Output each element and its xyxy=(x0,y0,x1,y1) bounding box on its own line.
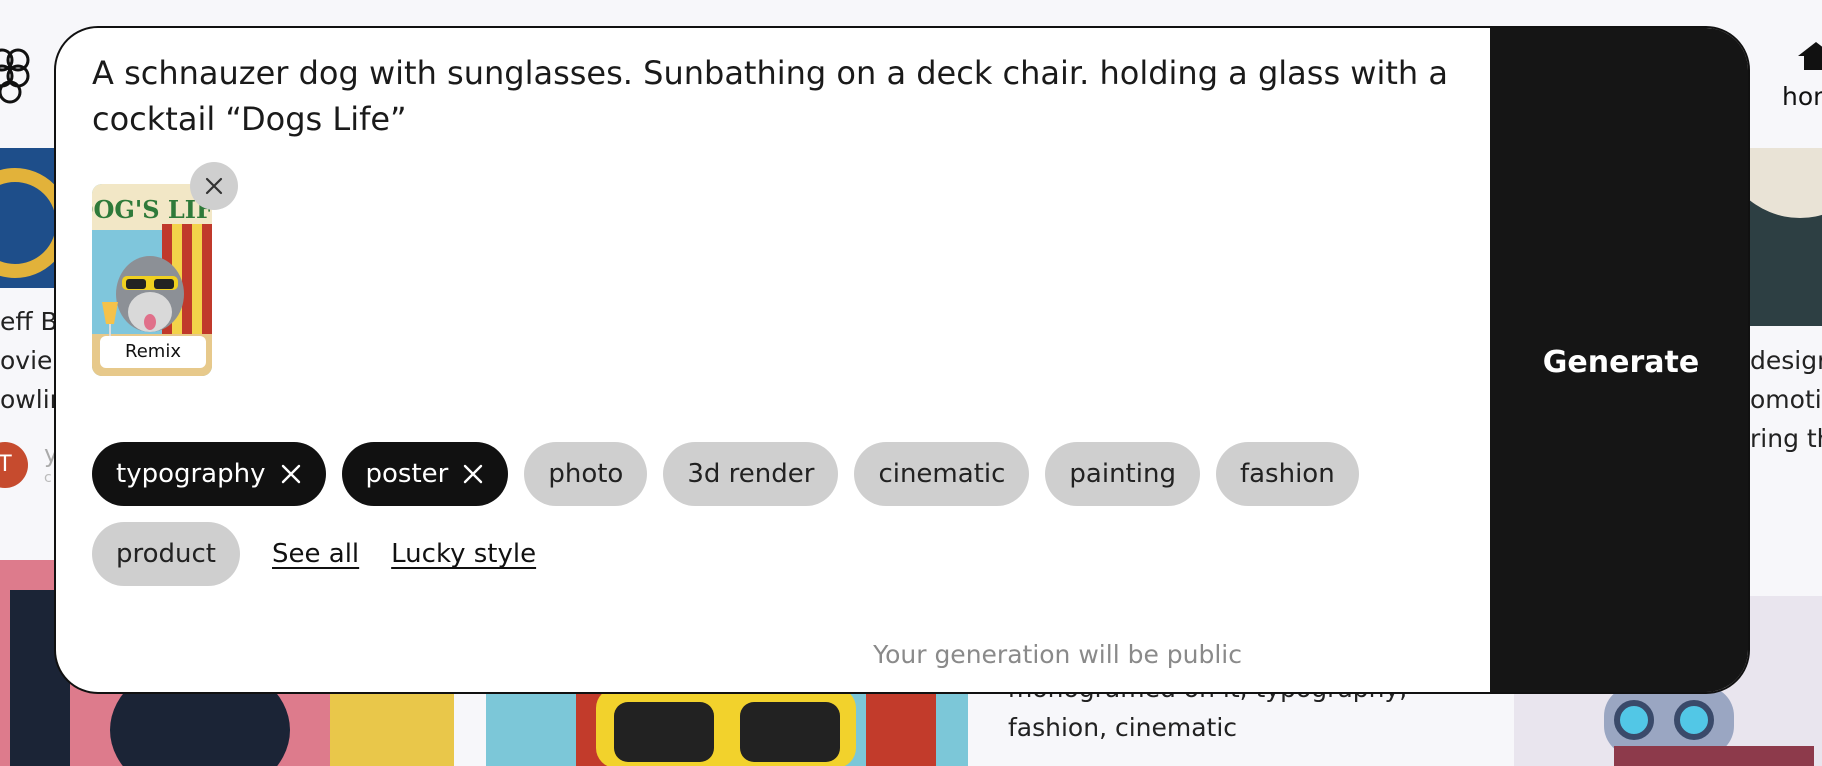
chip-label: poster xyxy=(365,459,449,489)
chip-label: typography xyxy=(116,459,266,489)
gallery-image[interactable] xyxy=(1750,148,1822,326)
style-chip-poster[interactable]: poster xyxy=(341,442,509,506)
remove-remix-button[interactable] xyxy=(190,162,238,210)
author-meta: c xyxy=(44,470,52,486)
remove-icon[interactable] xyxy=(280,463,302,485)
remix-label: Remix xyxy=(100,336,206,368)
gallery-caption: ovie xyxy=(0,346,53,375)
remix-reference: DOG'S LIFE Remix xyxy=(92,184,214,378)
style-chip-3d-render[interactable]: 3d render xyxy=(663,442,839,506)
home-icon[interactable] xyxy=(1796,40,1822,72)
gallery-caption: fashion, cinematic xyxy=(1008,713,1238,742)
style-chips: typography poster photo 3d render cinema… xyxy=(92,442,1472,602)
style-chip-photo[interactable]: photo xyxy=(524,442,648,506)
gallery-image[interactable] xyxy=(0,148,56,288)
generation-dialog: A schnauzer dog with sunglasses. Sunbath… xyxy=(54,26,1750,694)
close-icon xyxy=(205,177,223,195)
generate-button[interactable]: Generate xyxy=(1490,28,1748,692)
gallery-caption: desigr xyxy=(1750,346,1822,375)
nav-home-label[interactable]: hon xyxy=(1782,82,1822,111)
remove-icon[interactable] xyxy=(462,463,484,485)
gallery-caption: omoti xyxy=(1750,385,1822,414)
style-chip-fashion[interactable]: fashion xyxy=(1215,442,1359,506)
gallery-caption: ring th xyxy=(1750,424,1822,453)
style-chip-painting[interactable]: painting xyxy=(1045,442,1200,506)
public-notice: Your generation will be public xyxy=(873,640,1242,669)
prompt-input[interactable]: A schnauzer dog with sunglasses. Sunbath… xyxy=(92,50,1492,142)
lucky-style-link[interactable]: Lucky style xyxy=(391,539,536,569)
avatar[interactable]: T xyxy=(0,442,28,488)
style-chip-product[interactable]: product xyxy=(92,522,241,586)
logo-icon[interactable] xyxy=(0,40,36,110)
style-chip-cinematic[interactable]: cinematic xyxy=(854,442,1030,506)
style-chip-typography[interactable]: typography xyxy=(92,442,326,506)
see-all-link[interactable]: See all xyxy=(272,539,359,569)
